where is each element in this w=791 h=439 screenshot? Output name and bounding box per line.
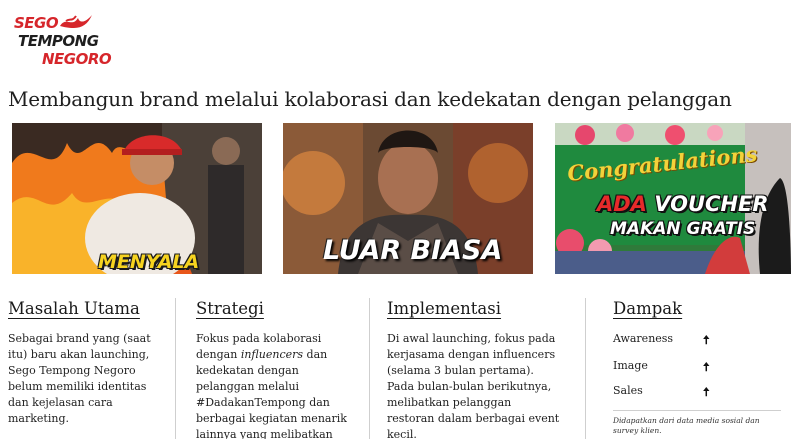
impact-footnote: Didapatkan dari data media sosial dan su… (613, 416, 760, 435)
photo-menyala: MENYALA (12, 123, 262, 274)
logo-text-line3: NEGORO (42, 50, 112, 68)
column-body-strategi: Fokus pada kolaborasi dengan influencers… (196, 331, 360, 439)
photo-caption-voucher-accent: ADA (597, 192, 647, 216)
column-implementasi: Implementasi Di awal launching, fokus pa… (387, 299, 567, 439)
page-headline: Membangun brand melalui kolaborasi dan k… (8, 87, 732, 111)
brand-logo: SEGO TEMPONG NEGORO (12, 10, 122, 72)
column-title-masalah: Masalah Utama (8, 299, 140, 318)
photo-caption-voucher: ADA VOUCHER (597, 192, 769, 216)
strategi-text-influencers: influencers (240, 348, 304, 361)
flame-icon (60, 15, 92, 28)
column-dampak: Dampak Awareness 🠅 Image 🠅 Sales 🠅 Didap… (613, 299, 783, 435)
photo-caption-voucher-rest: VOUCHER (646, 192, 769, 216)
impact-row-sales: Sales 🠅 (613, 384, 710, 399)
arrow-up-icon: 🠅 (703, 333, 710, 347)
column-title-implementasi: Implementasi (387, 299, 502, 318)
logo-text-line1: SEGO (14, 14, 59, 32)
arrow-up-icon: 🠅 (703, 385, 710, 399)
impact-label: Image (613, 359, 648, 372)
impact-label: Awareness (613, 332, 674, 345)
logo-text-line2: TEMPONG (18, 32, 99, 50)
photo-caption-makan-gratis: MAKAN GRATIS (610, 219, 756, 239)
column-divider (175, 298, 176, 439)
column-title-dampak: Dampak (613, 299, 683, 318)
column-body-masalah: Sebagai brand yang (saat itu) baru akan … (8, 332, 151, 425)
column-divider (369, 298, 370, 439)
arrow-up-icon: 🠅 (703, 360, 710, 374)
column-strategi: Strategi Fokus pada kolaborasi dengan in… (196, 299, 366, 439)
impact-label: Sales (613, 384, 643, 397)
column-divider (585, 298, 586, 439)
column-body-implementasi: Di awal launching, fokus pada kerjasama … (387, 332, 560, 439)
photo-caption-menyala: MENYALA (98, 251, 200, 273)
photo-luar-biasa: LUAR BIASA (283, 123, 533, 274)
impact-divider (613, 410, 781, 411)
column-masalah-utama: Masalah Utama Sebagai brand yang (saat i… (8, 299, 168, 425)
photo-voucher: Congratulations ADA VOUCHER MAKAN GRATIS (555, 123, 791, 274)
impact-row-image: Image 🠅 (613, 359, 710, 374)
impact-row-awareness: Awareness 🠅 (613, 332, 710, 347)
column-title-strategi: Strategi (196, 299, 264, 318)
strategi-text-post: dan kedekatan dengan pelanggan melalui #… (196, 348, 347, 439)
photo-caption-luar-biasa: LUAR BIASA (323, 235, 503, 266)
